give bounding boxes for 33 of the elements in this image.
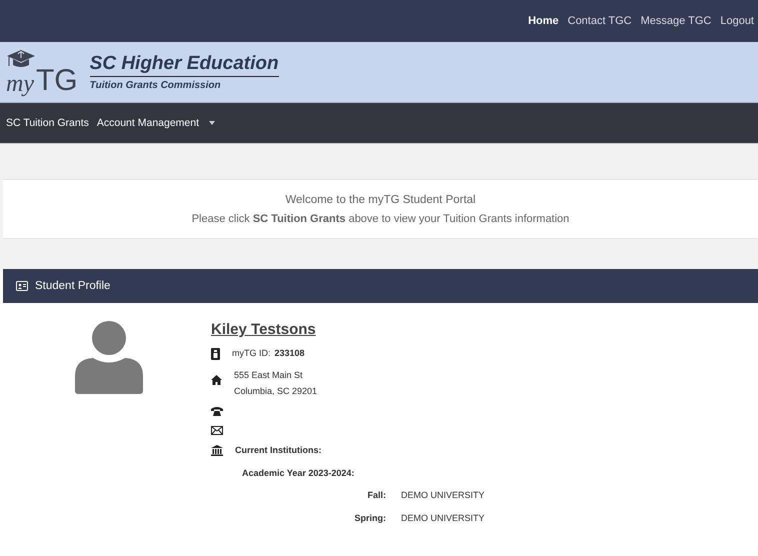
id-card-icon — [16, 281, 28, 291]
panel-title: Student Profile — [35, 280, 110, 292]
institution-name: DEMO UNIVERSITY — [401, 490, 485, 500]
student-name[interactable]: Kiley Testsons — [211, 321, 485, 338]
nav-link[interactable]: SC Tuition Grants — [6, 117, 89, 129]
header-title: SC Higher Education — [90, 53, 279, 77]
welcome-message: Please click SC Tuition Grants above to view your Tuition Grants information — [192, 212, 570, 224]
mail-icon — [211, 426, 223, 435]
welcome-heading: Welcome to the myTG Student Portal — [285, 194, 476, 206]
top-nav-link[interactable]: Message TGC — [640, 15, 712, 27]
institutions-label: Current Institutions: — [235, 445, 322, 455]
top-nav-link[interactable]: Home — [528, 15, 559, 27]
id-label: myTG ID: — [232, 348, 270, 358]
logo-text: TG — [36, 66, 78, 96]
graduation-cap-icon — [6, 48, 36, 70]
bank-icon — [211, 445, 223, 456]
term-label: Fall: — [366, 490, 387, 500]
phone-icon — [211, 406, 223, 416]
address-line: Columbia, SC 29201 — [234, 386, 318, 396]
institution-name: DEMO UNIVERSITY — [401, 513, 485, 523]
home-icon — [211, 374, 222, 385]
logo-text: my — [6, 72, 34, 96]
id-badge-icon — [211, 348, 220, 360]
term-label: Spring: — [354, 513, 387, 523]
caret-icon — [209, 121, 216, 125]
nav-dropdown[interactable]: Account Management — [96, 117, 216, 129]
academic-year: Academic Year 2023-2024: — [242, 468, 356, 478]
address-line: 555 East Main St — [234, 370, 304, 380]
top-nav-link[interactable]: Logout — [720, 15, 754, 27]
top-nav-link[interactable]: Contact TGC — [568, 15, 632, 27]
avatar-icon — [75, 321, 143, 394]
header-subtitle: Tuition Grants Commission — [90, 80, 222, 91]
id-value: 233108 — [274, 348, 305, 358]
